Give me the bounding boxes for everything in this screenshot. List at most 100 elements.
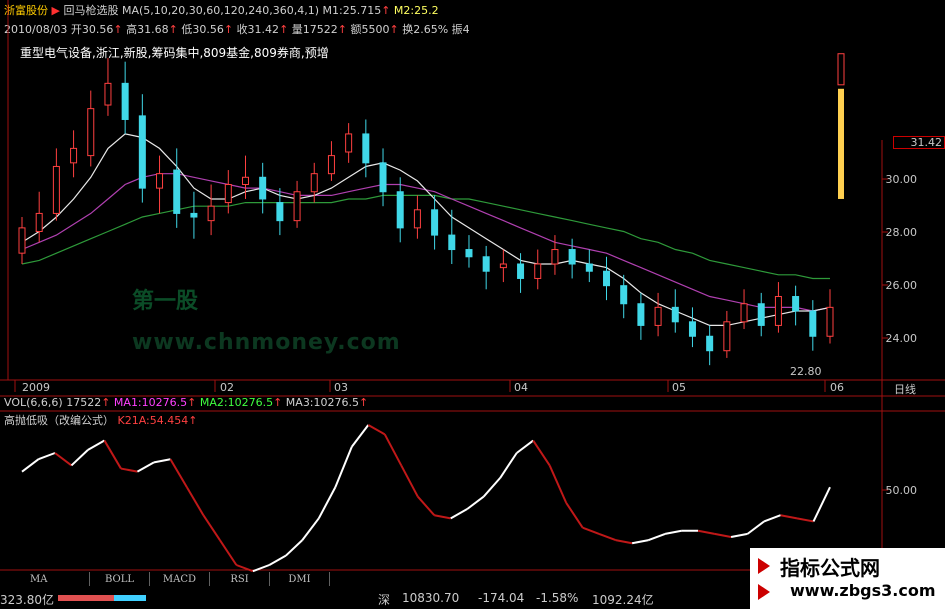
candle-body bbox=[293, 191, 301, 222]
candle-body bbox=[138, 115, 146, 189]
candle-body bbox=[276, 202, 284, 222]
market-bar-red bbox=[58, 595, 114, 601]
candle-body bbox=[826, 306, 834, 337]
candle-body bbox=[52, 165, 60, 214]
last-candle-body bbox=[837, 53, 845, 86]
candle-body bbox=[774, 296, 782, 326]
price-axis-label: 26.00 bbox=[885, 279, 918, 292]
indicator-segment bbox=[434, 514, 451, 520]
candle-body bbox=[396, 191, 404, 229]
time-axis-label: 06 bbox=[830, 381, 844, 394]
period-label[interactable]: 日线 bbox=[894, 381, 916, 397]
indicator-segment bbox=[482, 477, 501, 498]
vol-ma2: MA2:10276.5 bbox=[199, 396, 274, 409]
indicator-tabs: MA BOLL MACD RSI DMI bbox=[0, 572, 430, 586]
indicator-segment bbox=[812, 486, 831, 522]
indicator-segment bbox=[697, 529, 715, 535]
candle-body bbox=[362, 133, 370, 164]
candle-body bbox=[35, 212, 43, 232]
site-logo-url: www.zbgs3.com bbox=[790, 581, 936, 600]
candle-body bbox=[637, 303, 645, 326]
candle-body bbox=[706, 335, 714, 352]
candle-body bbox=[173, 169, 181, 214]
candle-body bbox=[792, 296, 800, 312]
vol-value: 17522 bbox=[66, 396, 102, 409]
indicator-segment bbox=[565, 502, 584, 529]
candle-body bbox=[310, 173, 318, 193]
candle-body bbox=[413, 209, 421, 229]
candle-body bbox=[534, 263, 542, 279]
tab-ma[interactable]: MA bbox=[0, 572, 90, 586]
candle-body bbox=[379, 162, 387, 193]
candle-body bbox=[551, 249, 559, 265]
indicator-segment bbox=[70, 449, 89, 467]
candle-body bbox=[568, 249, 576, 265]
indicator-segment bbox=[598, 532, 616, 542]
indicator-title[interactable]: 高抛低吸（改编公式） bbox=[4, 414, 114, 427]
candle-body bbox=[585, 263, 593, 272]
time-axis-label: 2009 bbox=[22, 381, 50, 394]
indicator-segment bbox=[450, 508, 468, 520]
site-logo-title: 指标公式网 bbox=[780, 556, 880, 580]
indicator-info-bar: 高抛低吸（改编公式） K21A:54.454↑ bbox=[4, 414, 198, 427]
vol-label[interactable]: VOL(6,6,6) bbox=[4, 396, 63, 409]
indicator-segment bbox=[87, 439, 105, 451]
price-axis-label: 24.00 bbox=[885, 332, 918, 345]
candle-body bbox=[603, 270, 611, 287]
candle-body bbox=[259, 176, 267, 200]
candle-body bbox=[327, 155, 335, 175]
candle-body bbox=[723, 321, 731, 352]
index-name: 深 bbox=[378, 593, 391, 607]
arrow-icon bbox=[758, 584, 770, 600]
volume-info-bar: VOL(6,6,6) 17522↑ MA1:10276.5↑ MA2:10276… bbox=[4, 396, 369, 409]
candle-body bbox=[482, 256, 490, 272]
arrow-icon bbox=[758, 558, 770, 574]
time-axis-label: 03 bbox=[334, 381, 348, 394]
indicator-segment bbox=[466, 495, 485, 510]
tab-dmi[interactable]: DMI bbox=[270, 572, 330, 586]
indicator-segment bbox=[202, 514, 221, 541]
price-axis-label: 30.00 bbox=[885, 173, 918, 186]
indicator-segment bbox=[186, 486, 205, 516]
candle-body bbox=[499, 263, 507, 269]
candle-body bbox=[431, 209, 439, 236]
bottom-status-bar: 323.80亿 深 10830.70 -174.04 -1.58% 1092.2… bbox=[0, 590, 700, 609]
tab-boll[interactable]: BOLL bbox=[90, 572, 150, 586]
candle-body bbox=[740, 303, 748, 323]
indicator-segment bbox=[153, 458, 171, 464]
indicator-segment bbox=[400, 464, 419, 498]
indicator-segment bbox=[730, 532, 748, 538]
indicator-segment bbox=[54, 452, 73, 467]
indicator-segment bbox=[268, 554, 287, 566]
indicator-segment bbox=[350, 424, 370, 448]
site-logo: 指标公式网 www.zbgs3.com bbox=[750, 548, 945, 609]
indicator-segment bbox=[516, 439, 534, 454]
last-price-tag: 31.42 bbox=[893, 136, 945, 149]
watermark-url: www.chnmoney.com bbox=[132, 330, 401, 355]
indicator-segment bbox=[499, 452, 518, 479]
candle-body bbox=[465, 249, 473, 258]
index-pct: -1.58% bbox=[536, 591, 579, 605]
candle-body bbox=[156, 173, 164, 189]
ma-slow-line bbox=[21, 194, 830, 280]
candle-body bbox=[70, 147, 78, 164]
tab-rsi[interactable]: RSI bbox=[210, 572, 270, 586]
candle-body bbox=[241, 176, 249, 186]
left-amount: 323.80亿 bbox=[0, 593, 54, 607]
indicator-segment bbox=[301, 517, 320, 541]
indicator-segment bbox=[38, 452, 56, 461]
indicator-segment bbox=[383, 433, 403, 466]
indicator-segment bbox=[648, 532, 666, 542]
indicator-segment bbox=[780, 514, 798, 520]
candle-body bbox=[671, 306, 679, 323]
indicator-segment bbox=[714, 532, 732, 538]
candle-body bbox=[517, 263, 525, 279]
candle-body bbox=[87, 108, 95, 157]
tab-macd[interactable]: MACD bbox=[150, 572, 210, 586]
candle-body bbox=[809, 310, 817, 337]
price-axis-label: 28.00 bbox=[885, 226, 918, 239]
time-axis-label: 02 bbox=[220, 381, 234, 394]
index-change: -174.04 bbox=[478, 591, 525, 605]
indicator-segment bbox=[285, 539, 304, 557]
indicator-segment bbox=[615, 539, 633, 545]
